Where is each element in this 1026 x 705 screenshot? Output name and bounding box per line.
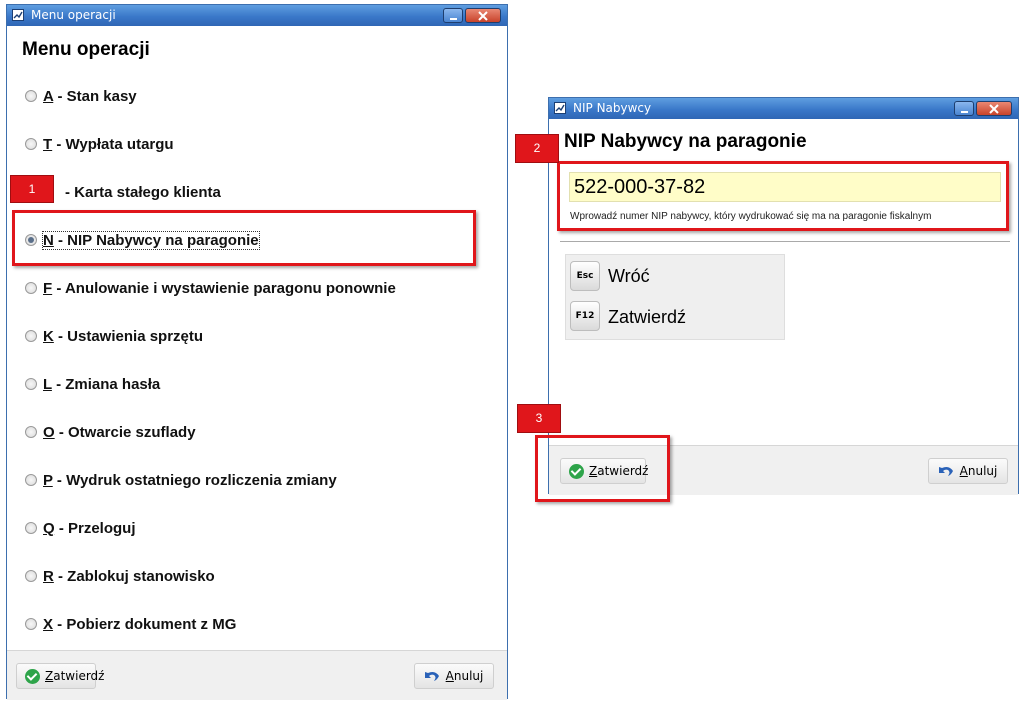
menu-item-o[interactable]: O - Otwarcie szuflady [25, 421, 196, 443]
menu-item-key: O [43, 423, 55, 441]
page-title: NIP Nabywcy na paragonie [564, 131, 807, 152]
menu-item-t[interactable]: T - Wypłata utargu [25, 133, 174, 155]
menu-item-label: - Przeloguj [54, 519, 136, 537]
radio-button[interactable] [25, 378, 37, 390]
menu-item-karta[interactable]: - Karta stałego klienta [25, 181, 221, 203]
menu-item-text: K - Ustawienia sprzętu [43, 328, 203, 345]
menu-item-l[interactable]: L - Zmiana hasła [25, 373, 160, 395]
menu-item-label: - Pobierz dokument z MG [53, 615, 237, 633]
menu-item-key: T [43, 135, 53, 153]
app-icon [12, 9, 24, 21]
menu-item-key: P [43, 471, 53, 489]
window-title: Menu operacji [31, 8, 116, 22]
close-icon [478, 11, 488, 21]
menu-item-key: R [43, 567, 54, 585]
menu-item-label: - Zablokuj stanowisko [53, 567, 215, 585]
shortcut-panel: Esc Wróć F12 Zatwierdź [565, 254, 785, 340]
menu-item-text: L - Zmiana hasła [43, 376, 160, 393]
menu-item-x[interactable]: X - Pobierz dokument z MG [25, 613, 236, 635]
menu-item-p[interactable]: P - Wydruk ostatniego rozliczenia zmiany [25, 469, 337, 491]
cancel-button-label: Anuluj [959, 464, 998, 478]
menu-item-label: - Anulowanie i wystawienie paragonu pono… [52, 279, 396, 297]
esc-key[interactable]: Esc [570, 261, 600, 291]
radio-button[interactable] [25, 90, 37, 102]
menu-item-text: A - Stan kasy [43, 88, 137, 105]
undo-icon [938, 467, 953, 476]
cancel-button[interactable]: Anuluj [928, 458, 1008, 484]
page-title: Menu operacji [22, 39, 150, 60]
menu-item-text: T - Wypłata utargu [43, 136, 174, 153]
radio-button[interactable] [25, 474, 37, 486]
menu-item-text: X - Pobierz dokument z MG [43, 616, 236, 633]
menu-item-text: R - Zablokuj stanowisko [43, 568, 215, 585]
menu-item-text: O - Otwarcie szuflady [43, 424, 196, 441]
nip-window-titlebar[interactable]: NIP Nabywcy [549, 98, 1018, 119]
menu-item-text: Q - Przeloguj [43, 520, 136, 537]
menu-item-label: - Ustawienia sprzętu [53, 327, 204, 345]
close-button[interactable] [465, 8, 501, 23]
menu-item-k[interactable]: K - Ustawienia sprzętu [25, 325, 203, 347]
cancel-button-label: Anuluj [445, 669, 484, 683]
highlight-box-1 [12, 210, 476, 266]
menu-item-label: - Otwarcie szuflady [54, 423, 196, 441]
radio-button[interactable] [25, 570, 37, 582]
menu-item-label: - Karta stałego klienta [65, 183, 221, 201]
confirm-button[interactable]: Zatwierdź [16, 663, 104, 689]
radio-button[interactable] [25, 522, 37, 534]
marker-3: 3 [517, 404, 561, 433]
close-icon [989, 104, 999, 114]
radio-button[interactable] [25, 282, 37, 294]
menu-item-q[interactable]: Q - Przeloguj [25, 517, 136, 539]
menu-item-text: F - Anulowanie i wystawienie paragonu po… [43, 280, 396, 297]
menu-item-label: - Stan kasy [53, 87, 137, 105]
app-icon [554, 102, 566, 114]
radio-button[interactable] [25, 138, 37, 150]
menu-item-key: F [43, 279, 53, 297]
menu-item-key: X [43, 615, 54, 633]
menu-item-label: - Wypłata utargu [52, 135, 174, 153]
menu-item-key: A [43, 87, 54, 105]
menu-item-text: P - Wydruk ostatniego rozliczenia zmiany [43, 472, 337, 489]
back-shortcut-label[interactable]: Wróć [608, 266, 650, 287]
menu-footer: Zatwierdź Anuluj [7, 650, 507, 700]
menu-item-a[interactable]: A - Stan kasy [25, 85, 137, 107]
menu-item-key: Q [43, 519, 55, 537]
highlight-box-2 [557, 161, 1009, 231]
marker-1: 1 [10, 175, 54, 203]
menu-item-r[interactable]: R - Zablokuj stanowisko [25, 565, 215, 587]
menu-item-key: K [43, 327, 54, 345]
menu-item-label: - Zmiana hasła [51, 375, 161, 393]
confirm-button-label: Zatwierdź [45, 669, 105, 683]
divider [560, 241, 1010, 242]
confirm-shortcut-label[interactable]: Zatwierdź [608, 307, 686, 328]
radio-button[interactable] [25, 618, 37, 630]
check-icon [25, 668, 40, 684]
f12-key[interactable]: F12 [570, 301, 600, 331]
minimize-button[interactable] [443, 8, 463, 23]
minimize-button[interactable] [954, 101, 974, 116]
undo-icon [424, 672, 439, 681]
menu-item-f[interactable]: F - Anulowanie i wystawienie paragonu po… [25, 277, 396, 299]
minimize-icon [961, 111, 968, 113]
menu-item-text: - Karta stałego klienta [65, 184, 221, 201]
menu-window-titlebar[interactable]: Menu operacji [7, 5, 507, 26]
menu-item-label: - Wydruk ostatniego rozliczenia zmiany [52, 471, 337, 489]
highlight-box-3 [535, 435, 670, 502]
cancel-button[interactable]: Anuluj [414, 663, 494, 689]
window-title: NIP Nabywcy [573, 101, 652, 115]
menu-operacji-window: Menu operacji Menu operacji A - Stan kas… [6, 4, 508, 700]
radio-button[interactable] [25, 426, 37, 438]
menu-item-key: L [43, 375, 52, 393]
radio-button[interactable] [25, 330, 37, 342]
marker-2: 2 [515, 134, 559, 163]
close-button[interactable] [976, 101, 1012, 116]
minimize-icon [450, 18, 457, 20]
